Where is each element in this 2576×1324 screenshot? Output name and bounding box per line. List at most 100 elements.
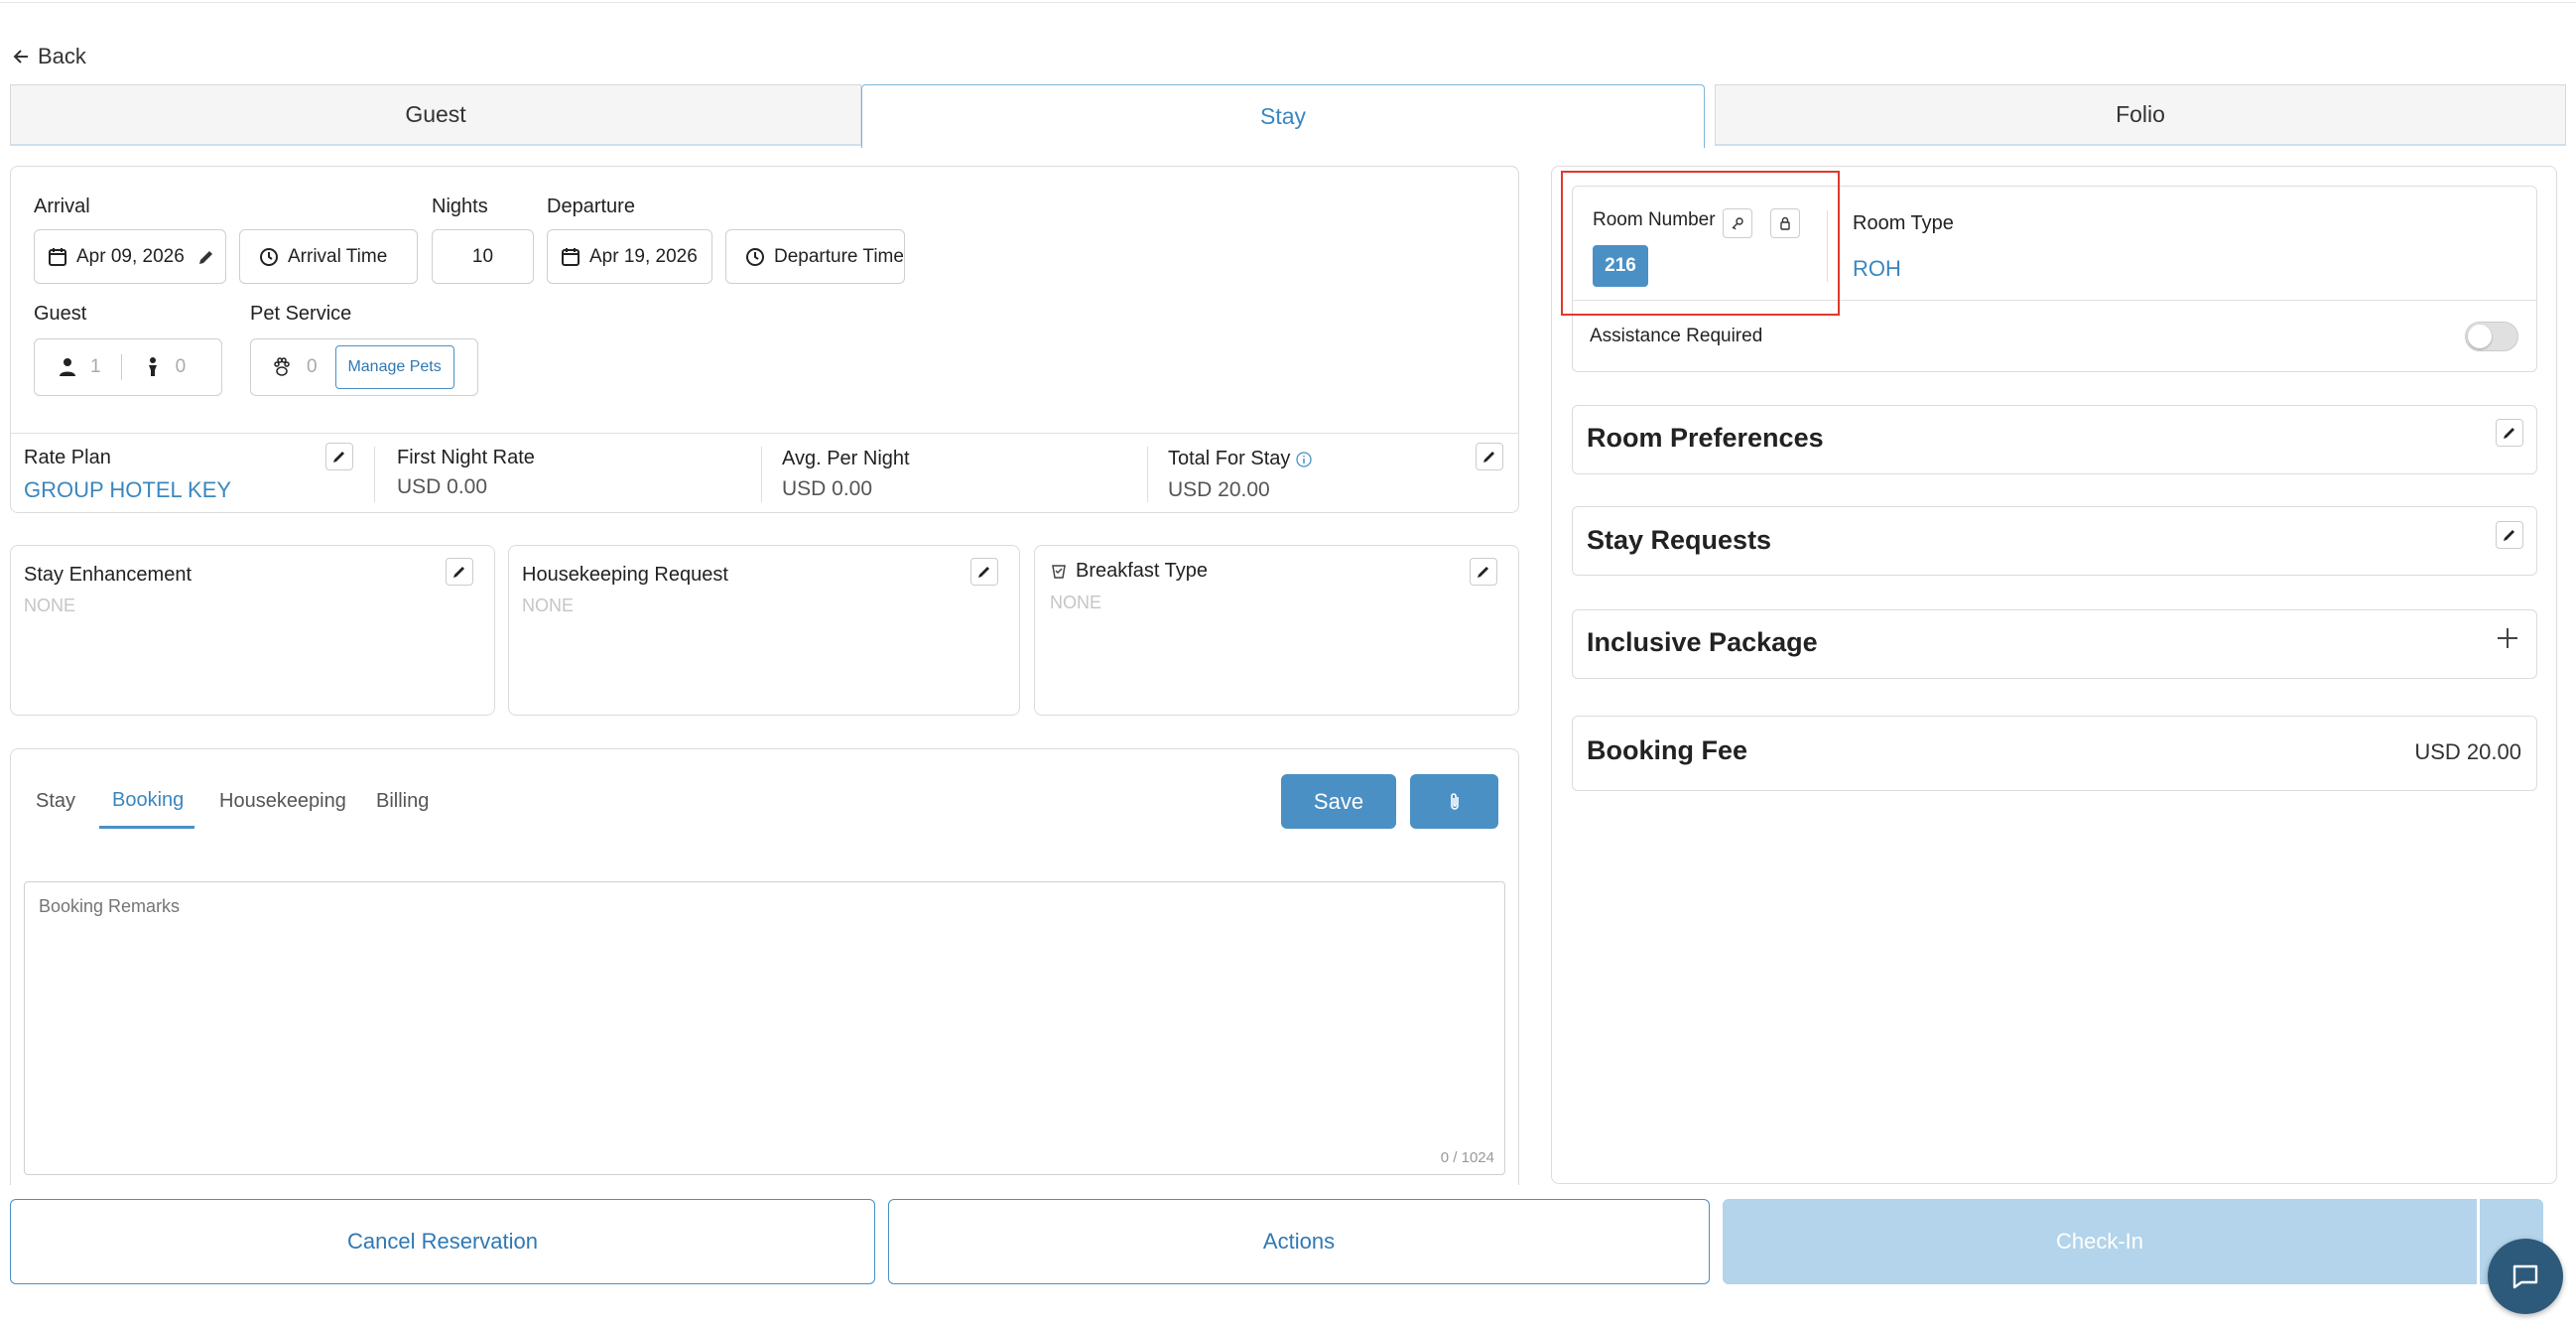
housekeeping-edit-button[interactable] bbox=[970, 558, 998, 586]
remarks-tab-stay[interactable]: Stay bbox=[36, 790, 75, 813]
tab-guest[interactable]: Guest bbox=[10, 84, 861, 146]
paperclip-icon bbox=[1450, 792, 1459, 810]
pet-service-field: 0 Manage Pets bbox=[250, 338, 478, 396]
chat-button[interactable] bbox=[2488, 1239, 2563, 1314]
breakfast-edit-button[interactable] bbox=[1470, 558, 1497, 586]
manage-pets-button[interactable]: Manage Pets bbox=[334, 345, 454, 389]
tab-stay[interactable]: Stay bbox=[861, 84, 1705, 148]
total-edit-button[interactable] bbox=[1476, 443, 1503, 470]
cancel-reservation-button[interactable]: Cancel Reservation bbox=[10, 1199, 875, 1284]
guest-label: Guest bbox=[34, 303, 87, 325]
departure-time-placeholder: Departure Time bbox=[774, 245, 904, 267]
stay-requests-title: Stay Requests bbox=[1587, 525, 1772, 555]
room-number-highlight bbox=[1561, 171, 1840, 316]
guest-divider bbox=[120, 354, 122, 380]
pencil-icon[interactable] bbox=[196, 247, 216, 267]
attach-button[interactable] bbox=[1410, 774, 1498, 829]
adult-icon bbox=[60, 358, 75, 376]
stay-enhancement-edit-button[interactable] bbox=[446, 558, 473, 586]
pet-count: 0 bbox=[307, 356, 318, 377]
adult-count: 1 bbox=[90, 356, 101, 377]
nights-label: Nights bbox=[432, 196, 488, 217]
tab-stay-label: Stay bbox=[1259, 103, 1307, 129]
arrival-time-placeholder: Arrival Time bbox=[288, 245, 388, 267]
departure-date-field[interactable]: Apr 19, 2026 bbox=[547, 229, 712, 284]
arrival-date-value: Apr 09, 2026 bbox=[76, 245, 185, 267]
stay-requests-edit-button[interactable] bbox=[2496, 521, 2523, 549]
pencil-icon bbox=[453, 567, 464, 578]
child-count: 0 bbox=[175, 356, 187, 377]
paw-icon bbox=[274, 357, 290, 376]
child-icon bbox=[148, 357, 157, 376]
back-label: Back bbox=[38, 44, 86, 68]
inclusive-package-title: Inclusive Package bbox=[1587, 627, 1818, 657]
clock-icon bbox=[260, 247, 278, 266]
departure-label: Departure bbox=[547, 196, 635, 217]
departure-date-value: Apr 19, 2026 bbox=[589, 245, 698, 267]
rate-divider bbox=[761, 447, 762, 502]
actions-button[interactable]: Actions bbox=[888, 1199, 1710, 1284]
info-icon[interactable] bbox=[1296, 451, 1313, 467]
pet-service-label: Pet Service bbox=[250, 303, 352, 325]
breakfast-type-label: Breakfast Type bbox=[1076, 560, 1209, 582]
add-package-button[interactable] bbox=[2493, 623, 2522, 653]
avg-per-night-label: Avg. Per Night bbox=[782, 448, 910, 469]
nights-input[interactable]: 10 bbox=[432, 229, 534, 284]
tab-guest-label: Guest bbox=[405, 101, 466, 127]
chat-icon bbox=[2512, 1264, 2538, 1289]
remarks-tab-housekeeping[interactable]: Housekeeping bbox=[219, 790, 346, 813]
cup-icon bbox=[1052, 564, 1066, 579]
calendar-icon bbox=[562, 247, 580, 266]
nights-value: 10 bbox=[471, 245, 494, 267]
first-night-label: First Night Rate bbox=[397, 447, 535, 468]
room-type-value[interactable]: ROH bbox=[1853, 256, 1901, 282]
assistance-required-label: Assistance Required bbox=[1590, 326, 1763, 346]
stay-enhancement-label: Stay Enhancement bbox=[24, 564, 192, 586]
rate-divider bbox=[1147, 447, 1148, 502]
pencil-icon bbox=[2504, 428, 2514, 439]
check-in-button[interactable]: Check-In bbox=[1723, 1199, 2477, 1284]
rate-plan-value[interactable]: GROUP HOTEL KEY bbox=[24, 477, 231, 503]
total-for-stay-label: Total For Stay bbox=[1168, 448, 1291, 469]
remarks-tab-booking[interactable]: Booking bbox=[112, 789, 184, 812]
booking-fee-title: Booking Fee bbox=[1587, 735, 1748, 765]
first-night-value: USD 0.00 bbox=[397, 475, 488, 498]
calendar-icon bbox=[49, 247, 66, 266]
pencil-icon bbox=[978, 567, 989, 578]
total-for-stay-value: USD 20.00 bbox=[1168, 478, 1270, 501]
clock-icon bbox=[746, 247, 764, 266]
housekeeping-request-label: Housekeeping Request bbox=[522, 564, 728, 586]
booking-fee-value: USD 20.00 bbox=[2414, 739, 2521, 764]
arrival-time-field[interactable]: Arrival Time bbox=[239, 229, 418, 284]
top-divider bbox=[0, 0, 2576, 3]
room-type-label: Room Type bbox=[1853, 212, 1954, 234]
pencil-icon bbox=[333, 452, 344, 463]
breakfast-type-value: NONE bbox=[1050, 593, 1102, 612]
pencil-icon bbox=[1483, 452, 1494, 463]
tab-folio[interactable]: Folio bbox=[1715, 84, 2566, 146]
booking-remarks-textarea[interactable] bbox=[24, 881, 1505, 1175]
arrow-left-icon bbox=[13, 50, 28, 64]
rate-divider bbox=[374, 447, 375, 502]
plus-icon bbox=[2498, 628, 2517, 648]
departure-time-field[interactable]: Departure Time bbox=[725, 229, 905, 284]
rate-plan-label: Rate Plan bbox=[24, 447, 111, 468]
save-button[interactable]: Save bbox=[1281, 774, 1396, 829]
arrival-label: Arrival bbox=[34, 196, 90, 217]
pencil-icon bbox=[1478, 567, 1488, 578]
tab-folio-label: Folio bbox=[2116, 101, 2165, 127]
remarks-tab-billing[interactable]: Billing bbox=[376, 790, 429, 813]
assistance-required-toggle[interactable] bbox=[2465, 322, 2518, 351]
rate-plan-edit-button[interactable] bbox=[325, 443, 353, 470]
remarks-char-counter: 0 / 1024 bbox=[1440, 1149, 1494, 1166]
room-preferences-edit-button[interactable] bbox=[2496, 419, 2523, 447]
avg-per-night-value: USD 0.00 bbox=[782, 477, 873, 500]
room-preferences-title: Room Preferences bbox=[1587, 423, 1824, 453]
arrival-date-field[interactable]: Apr 09, 2026 bbox=[34, 229, 226, 284]
active-tab-indicator bbox=[99, 826, 194, 829]
guest-count-field[interactable]: 1 0 bbox=[34, 338, 222, 396]
back-button[interactable]: Back bbox=[12, 44, 86, 69]
pencil-icon bbox=[2504, 530, 2514, 541]
housekeeping-request-value: NONE bbox=[522, 596, 575, 615]
breakfast-type-header: Breakfast Type bbox=[1050, 560, 1208, 583]
